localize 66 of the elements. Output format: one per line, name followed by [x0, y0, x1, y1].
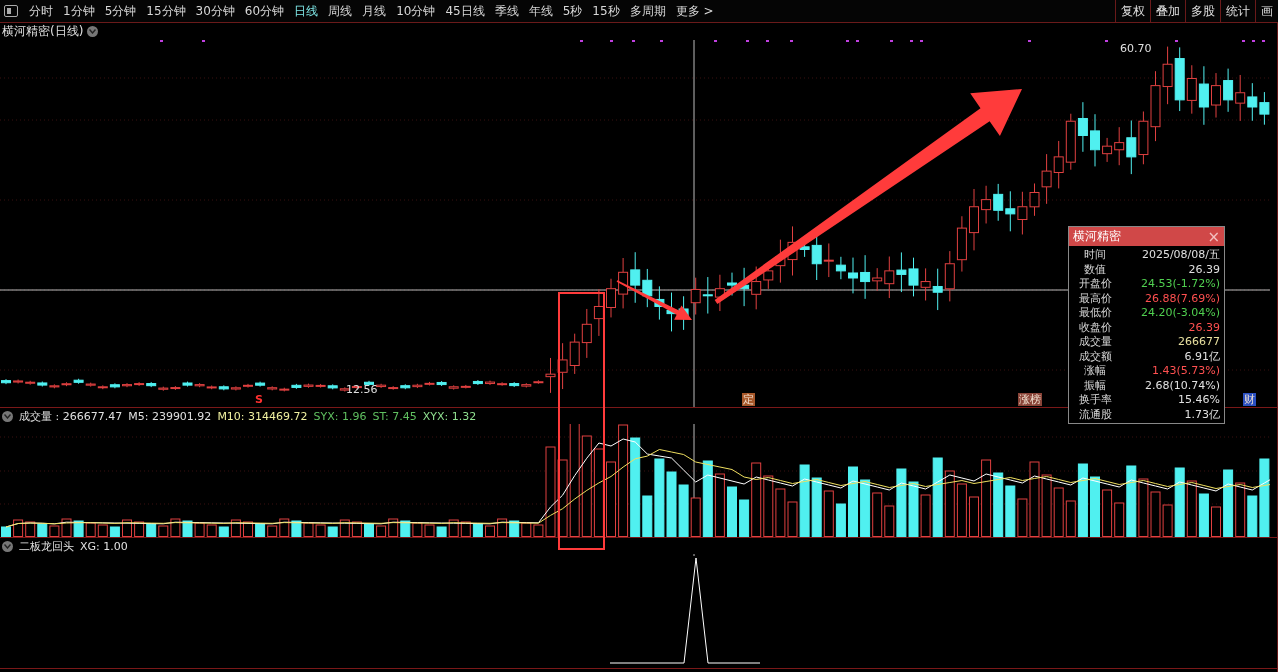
period-tab[interactable]: 日线	[289, 2, 324, 20]
period-tab[interactable]: 15秒	[587, 2, 625, 20]
period-tab[interactable]: 分时	[24, 2, 58, 20]
period-tab[interactable]: 30分钟	[190, 2, 240, 20]
event-marker[interactable]: 财	[1243, 393, 1256, 406]
field-value: 266677	[1177, 335, 1220, 349]
field-value: 24.53(-1.72%)	[1140, 277, 1220, 291]
period-tab[interactable]: 周线	[323, 2, 358, 20]
toolbar-button[interactable]: 复权	[1115, 0, 1150, 22]
period-tab[interactable]: 季线	[489, 2, 524, 20]
panel-title: 横河精密	[1073, 228, 1121, 245]
legend-text: M10: 314469.72	[217, 409, 308, 423]
period-tab[interactable]: 5分钟	[99, 2, 142, 20]
field-label: 最高价	[1077, 291, 1113, 306]
period-tab[interactable]: 45日线	[440, 2, 490, 20]
more-tab[interactable]: 更多 >	[670, 2, 719, 20]
event-marker[interactable]: 定	[742, 393, 755, 406]
field-label: 涨幅	[1083, 364, 1107, 378]
legend-text: 二板龙回头	[19, 538, 74, 554]
field-label: 时间	[1083, 248, 1107, 262]
field-value: 1.43(5.73%)	[1150, 364, 1220, 378]
collapse-icon[interactable]	[2, 410, 13, 422]
chart-title: 横河精密(日线)	[2, 23, 84, 40]
legend-text: ST: 7.45	[372, 409, 417, 423]
high-price-label: 60.70	[1120, 42, 1152, 55]
legend-text: XG: 1.00	[80, 539, 128, 553]
period-tab[interactable]: 15分钟	[141, 2, 191, 20]
field-label: 振幅	[1083, 378, 1107, 393]
field-value: 26.39	[1187, 262, 1220, 277]
toolbar-button[interactable]: 统计	[1220, 0, 1255, 22]
field-label: 开盘价	[1077, 277, 1113, 291]
period-tab[interactable]: 月线	[357, 2, 392, 20]
field-label: 数值	[1083, 262, 1107, 277]
low-price-label: 12.56	[346, 383, 378, 396]
toolbar-button[interactable]: 多股	[1185, 0, 1220, 22]
field-label: 收盘价	[1077, 320, 1113, 335]
period-tab[interactable]: 60分钟	[239, 2, 290, 20]
field-value: 15.46%	[1177, 393, 1220, 407]
field-label: 流通股	[1077, 407, 1113, 422]
event-marker[interactable]: 涨榜	[1018, 393, 1042, 406]
toolbar-button[interactable]: 画	[1255, 0, 1278, 22]
field-value: 6.91亿	[1183, 349, 1220, 364]
field-value: 1.73亿	[1183, 407, 1220, 422]
field-label: 成交量	[1077, 335, 1113, 349]
field-value: 26.88(7.69%)	[1143, 291, 1220, 306]
field-value: 2.68(10.74%)	[1143, 378, 1220, 393]
legend-text: 成交量 : 266677.47	[19, 408, 123, 424]
field-label: 最低价	[1077, 306, 1113, 320]
legend-text: XYX: 1.32	[422, 409, 477, 423]
collapse-icon[interactable]	[2, 540, 13, 552]
field-value: 26.39	[1187, 320, 1220, 335]
legend-text: SYX: 1.96	[313, 409, 367, 423]
period-tab[interactable]: 10分钟	[391, 2, 441, 20]
field-label: 换手率	[1077, 393, 1113, 407]
period-tab[interactable]: 年线	[523, 2, 558, 20]
field-value: 24.20(-3.04%)	[1140, 306, 1220, 320]
toolbar-button[interactable]: 叠加	[1150, 0, 1185, 22]
field-label: 成交额	[1077, 349, 1113, 364]
panel-toggle-icon[interactable]	[4, 5, 18, 17]
field-value: 2025/08/08/五	[1140, 248, 1220, 262]
period-tab[interactable]: 1分钟	[58, 2, 100, 20]
period-tab[interactable]: 多周期	[624, 2, 671, 20]
period-tab[interactable]: 5秒	[557, 2, 588, 20]
legend-text: M5: 239901.92	[128, 409, 212, 423]
event-marker[interactable]: S	[254, 393, 264, 406]
collapse-icon[interactable]	[87, 26, 99, 37]
